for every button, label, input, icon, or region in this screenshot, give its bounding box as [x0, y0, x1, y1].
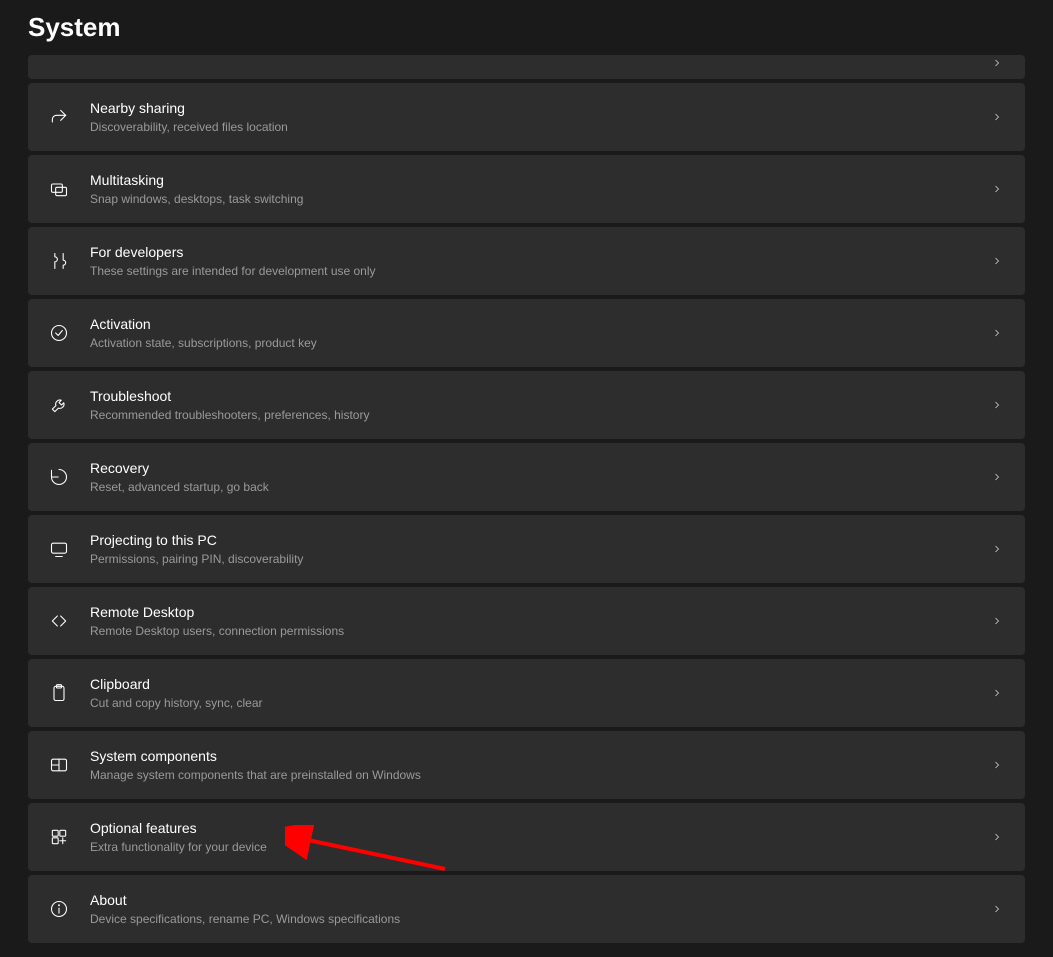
chevron-right-icon [989, 253, 1005, 269]
item-recovery[interactable]: Recovery Reset, advanced startup, go bac… [28, 443, 1025, 511]
item-title: System components [90, 747, 989, 765]
item-title: Troubleshoot [90, 387, 989, 405]
chevron-right-icon [989, 829, 1005, 845]
chevron-right-icon [989, 613, 1005, 629]
item-system-components[interactable]: System components Manage system componen… [28, 731, 1025, 799]
item-title: Activation [90, 315, 989, 333]
optional-icon [48, 826, 70, 848]
item-subtitle: Reset, advanced startup, go back [90, 479, 989, 496]
item-multitasking[interactable]: Multitasking Snap windows, desktops, tas… [28, 155, 1025, 223]
item-title: Recovery [90, 459, 989, 477]
item-subtitle: Snap windows, desktops, task switching [90, 191, 989, 208]
item-subtitle: Cut and copy history, sync, clear [90, 695, 989, 712]
item-about[interactable]: About Device specifications, rename PC, … [28, 875, 1025, 943]
clipboard-icon [48, 682, 70, 704]
remote-icon [48, 610, 70, 632]
item-title: Multitasking [90, 171, 989, 189]
item-title: About [90, 891, 989, 909]
item-storage[interactable]: Storage Storage space, drives, configura… [28, 55, 1025, 79]
settings-list: Storage Storage space, drives, configura… [0, 55, 1053, 943]
chevron-right-icon [989, 541, 1005, 557]
item-subtitle: These settings are intended for developm… [90, 263, 989, 280]
devtools-icon [48, 250, 70, 272]
project-icon [48, 538, 70, 560]
chevron-right-icon [989, 397, 1005, 413]
item-projecting[interactable]: Projecting to this PC Permissions, pairi… [28, 515, 1025, 583]
item-subtitle: Device specifications, rename PC, Window… [90, 911, 989, 928]
chevron-right-icon [989, 901, 1005, 917]
item-subtitle: Permissions, pairing PIN, discoverabilit… [90, 551, 989, 568]
chevron-right-icon [989, 55, 1005, 71]
item-nearby-sharing[interactable]: Nearby sharing Discoverability, received… [28, 83, 1025, 151]
page-header: System [0, 0, 1053, 55]
item-subtitle: Activation state, subscriptions, product… [90, 335, 989, 352]
item-title: Nearby sharing [90, 99, 989, 117]
item-title: Optional features [90, 819, 989, 837]
windows-icon [48, 178, 70, 200]
recovery-icon [48, 466, 70, 488]
info-icon [48, 898, 70, 920]
item-subtitle: Storage space, drives, configuration rul… [90, 55, 989, 56]
item-activation[interactable]: Activation Activation state, subscriptio… [28, 299, 1025, 367]
item-subtitle: Recommended troubleshooters, preferences… [90, 407, 989, 424]
item-subtitle: Remote Desktop users, connection permiss… [90, 623, 989, 640]
check-circle-icon [48, 322, 70, 344]
item-subtitle: Discoverability, received files location [90, 119, 989, 136]
item-title: Projecting to this PC [90, 531, 989, 549]
chevron-right-icon [989, 757, 1005, 773]
item-title: Clipboard [90, 675, 989, 693]
share-icon [48, 106, 70, 128]
wrench-icon [48, 394, 70, 416]
chevron-right-icon [989, 181, 1005, 197]
page-title: System [28, 12, 1025, 43]
item-optional-features[interactable]: Optional features Extra functionality fo… [28, 803, 1025, 871]
item-subtitle: Manage system components that are preins… [90, 767, 989, 784]
chevron-right-icon [989, 325, 1005, 341]
item-for-developers[interactable]: For developers These settings are intend… [28, 227, 1025, 295]
components-icon [48, 754, 70, 776]
item-remote-desktop[interactable]: Remote Desktop Remote Desktop users, con… [28, 587, 1025, 655]
item-title: Remote Desktop [90, 603, 989, 621]
chevron-right-icon [989, 685, 1005, 701]
item-subtitle: Extra functionality for your device [90, 839, 989, 856]
chevron-right-icon [989, 469, 1005, 485]
item-clipboard[interactable]: Clipboard Cut and copy history, sync, cl… [28, 659, 1025, 727]
item-title: For developers [90, 243, 989, 261]
chevron-right-icon [989, 109, 1005, 125]
item-troubleshoot[interactable]: Troubleshoot Recommended troubleshooters… [28, 371, 1025, 439]
